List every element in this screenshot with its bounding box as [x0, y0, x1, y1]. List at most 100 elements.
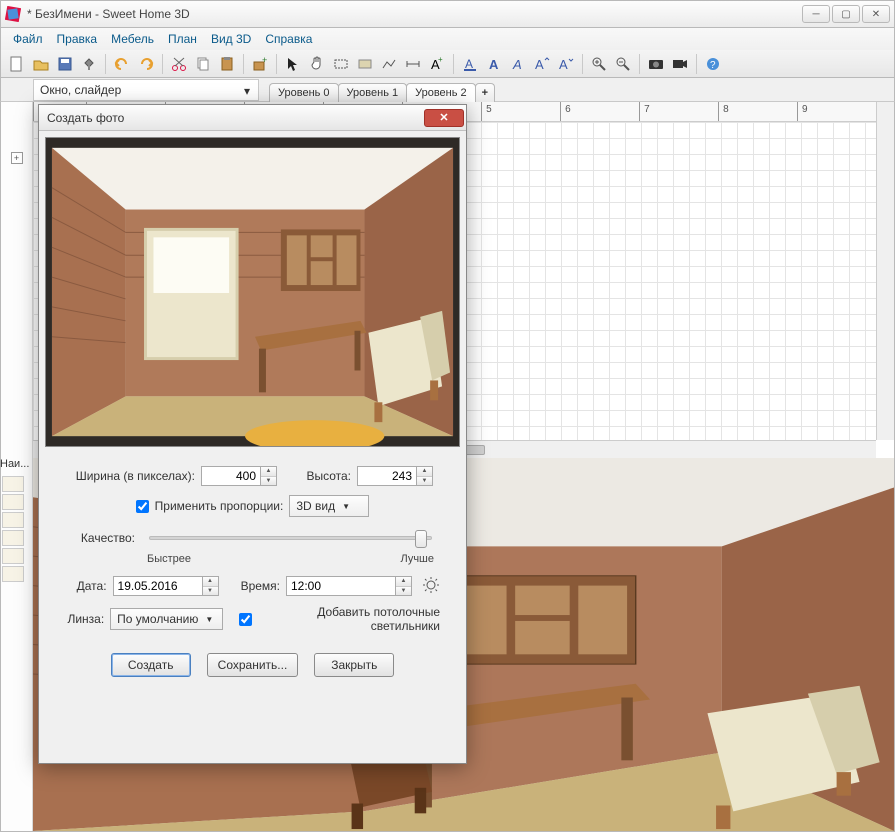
- photo-preview: [45, 137, 460, 447]
- menu-file[interactable]: Файл: [7, 30, 49, 48]
- menubar: Файл Правка Мебель План Вид 3D Справка: [0, 28, 895, 50]
- undo-icon[interactable]: [112, 54, 132, 74]
- zoom-out-icon[interactable]: [613, 54, 633, 74]
- slider-handle[interactable]: [415, 530, 427, 548]
- svg-text:A: A: [512, 57, 522, 72]
- svg-text:?: ?: [710, 60, 716, 71]
- menu-edit[interactable]: Правка: [51, 30, 104, 48]
- quality-best-label: Лучше: [400, 553, 434, 565]
- paste-icon[interactable]: [217, 54, 237, 74]
- create-photo-icon[interactable]: [646, 54, 666, 74]
- chevron-down-icon: ▼: [339, 499, 353, 513]
- cut-icon[interactable]: [169, 54, 189, 74]
- spinner-up-icon[interactable]: ▲: [261, 467, 276, 477]
- help-icon[interactable]: ?: [703, 54, 723, 74]
- furniture-list-icons: [2, 476, 30, 584]
- dialog-title: Создать фото: [47, 111, 424, 125]
- tab-level-0[interactable]: Уровень 0: [269, 83, 339, 102]
- apply-ratio-checkbox[interactable]: [136, 500, 149, 513]
- lens-label: Линза:: [65, 612, 104, 626]
- increase-text-icon[interactable]: A: [532, 54, 552, 74]
- pan-tool-icon[interactable]: [307, 54, 327, 74]
- quality-label: Качество:: [65, 531, 135, 545]
- window-close-button[interactable]: ✕: [862, 5, 890, 23]
- redo-icon[interactable]: [136, 54, 156, 74]
- lens-combo[interactable]: По умолчанию▼: [110, 608, 223, 630]
- ceiling-lights-label: Добавить потолочные светильники: [258, 605, 440, 633]
- date-label: Дата:: [65, 579, 107, 593]
- spinner-down-icon[interactable]: ▼: [417, 477, 432, 486]
- svg-text:A: A: [535, 57, 544, 72]
- width-input[interactable]: [201, 466, 261, 486]
- ceiling-lights-checkbox[interactable]: [239, 613, 252, 626]
- plan-scrollbar-vertical[interactable]: [876, 102, 894, 440]
- copy-icon[interactable]: [193, 54, 213, 74]
- time-spinner[interactable]: ▲▼: [286, 575, 412, 597]
- create-room-icon[interactable]: [355, 54, 375, 74]
- svg-text:A: A: [559, 57, 568, 72]
- create-button[interactable]: Создать: [111, 653, 191, 677]
- svg-text:+: +: [438, 56, 443, 64]
- open-icon[interactable]: [31, 54, 51, 74]
- save-button[interactable]: Сохранить...: [207, 653, 299, 677]
- save-icon[interactable]: [55, 54, 75, 74]
- tree-expand-icon[interactable]: +: [11, 152, 23, 164]
- create-polyline-icon[interactable]: [379, 54, 399, 74]
- height-spinner[interactable]: ▲▼: [357, 465, 433, 487]
- create-text-icon[interactable]: A+: [427, 54, 447, 74]
- add-furniture-icon[interactable]: +: [250, 54, 270, 74]
- date-spinner[interactable]: ▲▼: [113, 575, 219, 597]
- catalog-selector[interactable]: Окно, слайдер ▾: [33, 79, 259, 101]
- height-label: Высота:: [293, 469, 351, 483]
- svg-text:A: A: [489, 57, 499, 72]
- width-label: Ширина (в пикселах):: [65, 469, 195, 483]
- menu-help[interactable]: Справка: [259, 30, 318, 48]
- menu-plan[interactable]: План: [162, 30, 203, 48]
- app-logo-icon: [5, 6, 21, 22]
- quality-fast-label: Быстрее: [147, 553, 191, 565]
- time-label: Время:: [233, 579, 280, 593]
- dialog-titlebar[interactable]: Создать фото ✕: [39, 105, 466, 131]
- new-icon[interactable]: [7, 54, 27, 74]
- create-video-icon[interactable]: [670, 54, 690, 74]
- spinner-up-icon[interactable]: ▲: [417, 467, 432, 477]
- height-input[interactable]: [357, 466, 417, 486]
- dialog-form: Ширина (в пикселах): ▲▼ Высота: ▲▼ Приме…: [39, 447, 466, 687]
- menu-furniture[interactable]: Мебель: [105, 30, 160, 48]
- dialog-close-button[interactable]: ✕: [424, 109, 464, 127]
- spinner-down-icon[interactable]: ▼: [261, 477, 276, 486]
- select-tool-icon[interactable]: [283, 54, 303, 74]
- level-tabs: Уровень 0 Уровень 1 Уровень 2 +: [269, 78, 494, 102]
- window-maximize-button[interactable]: ▢: [832, 5, 860, 23]
- sub-toolbar: Окно, слайдер ▾ Уровень 0 Уровень 1 Уров…: [0, 78, 895, 102]
- svg-text:A: A: [465, 57, 473, 71]
- tab-level-2[interactable]: Уровень 2: [406, 83, 476, 102]
- text-bold-icon[interactable]: A: [484, 54, 504, 74]
- window-title: * БезИмени - Sweet Home 3D: [27, 7, 802, 21]
- create-photo-dialog: Создать фото ✕: [38, 104, 467, 764]
- text-italic-icon[interactable]: A: [508, 54, 528, 74]
- window-titlebar: * БезИмени - Sweet Home 3D ─ ▢ ✕: [0, 0, 895, 28]
- text-color-icon[interactable]: A: [460, 54, 480, 74]
- furniture-list-header: Наи...: [0, 458, 32, 470]
- toolbar: + A+ A A A A A ?: [0, 50, 895, 78]
- tab-add-level[interactable]: +: [475, 83, 495, 102]
- quality-slider[interactable]: [149, 536, 432, 540]
- chevron-down-icon: ▼: [202, 612, 216, 626]
- ratio-combo[interactable]: 3D вид▼: [289, 495, 369, 517]
- time-input[interactable]: [286, 576, 396, 596]
- catalog-selected-text: Окно, слайдер: [40, 83, 121, 97]
- zoom-in-icon[interactable]: [589, 54, 609, 74]
- tab-level-1[interactable]: Уровень 1: [338, 83, 408, 102]
- preferences-icon[interactable]: [79, 54, 99, 74]
- decrease-text-icon[interactable]: A: [556, 54, 576, 74]
- window-minimize-button[interactable]: ─: [802, 5, 830, 23]
- width-spinner[interactable]: ▲▼: [201, 465, 277, 487]
- create-dimension-icon[interactable]: [403, 54, 423, 74]
- close-button[interactable]: Закрыть: [314, 653, 394, 677]
- date-input[interactable]: [113, 576, 203, 596]
- menu-view3d[interactable]: Вид 3D: [205, 30, 257, 48]
- sun-icon[interactable]: [422, 576, 440, 597]
- apply-ratio-label: Применить пропорции:: [155, 499, 284, 513]
- create-walls-icon[interactable]: [331, 54, 351, 74]
